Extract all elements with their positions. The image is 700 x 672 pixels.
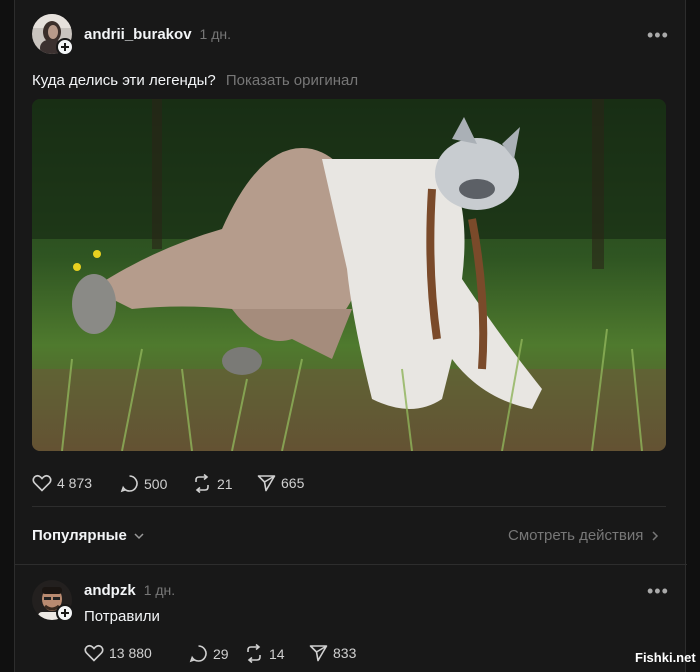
- share-icon: [257, 475, 276, 492]
- repost-count: 21: [217, 475, 233, 492]
- divider: [32, 506, 666, 507]
- repost-button[interactable]: 21: [192, 474, 233, 493]
- post-username[interactable]: andrii_burakov: [84, 26, 192, 43]
- post-text-line: Куда делись эти легенды? Показать оригин…: [32, 72, 358, 89]
- comment-count: 500: [144, 475, 168, 492]
- heart-icon: [84, 644, 104, 662]
- post-text: Куда делись эти легенды?: [32, 72, 216, 89]
- repost-count: 14: [269, 645, 285, 662]
- reply-username[interactable]: andpzk: [84, 582, 136, 599]
- comment-button[interactable]: 500: [120, 474, 167, 493]
- sort-label: Популярные: [32, 527, 127, 544]
- like-count: 4 873: [57, 475, 93, 491]
- post-image[interactable]: [32, 99, 666, 451]
- post-meta: andrii_burakov 1 дн.: [84, 26, 231, 43]
- comment-icon: [120, 475, 138, 493]
- view-activity-link[interactable]: Смотреть действия: [508, 527, 661, 544]
- repost-icon: [195, 474, 209, 493]
- post-author-avatar-wrap[interactable]: [32, 14, 74, 56]
- chevron-down-icon: [134, 532, 144, 539]
- follow-plus-icon[interactable]: [56, 38, 74, 56]
- share-count: 833: [333, 645, 357, 661]
- comment-icon: [189, 645, 207, 663]
- share-button[interactable]: 665: [257, 474, 304, 492]
- heart-icon: [32, 474, 52, 492]
- like-count: 13 880: [109, 645, 152, 661]
- like-button[interactable]: 4 873: [32, 474, 92, 492]
- comment-button[interactable]: 29: [189, 644, 229, 663]
- reply-author-avatar-wrap[interactable]: [32, 580, 74, 622]
- post-card: andrii_burakov 1 дн. ••• Куда делись эти…: [14, 0, 696, 672]
- follow-plus-icon[interactable]: [56, 604, 74, 622]
- reply-time[interactable]: 1 дн.: [144, 582, 175, 598]
- share-count: 665: [281, 475, 305, 491]
- watermark: Fishki.net: [635, 650, 696, 665]
- comment-count: 29: [213, 645, 229, 662]
- reply-text: Потравили: [84, 608, 160, 625]
- share-button[interactable]: 833: [309, 644, 356, 662]
- share-icon: [309, 645, 328, 662]
- translate-link[interactable]: Показать оригинал: [226, 72, 358, 89]
- like-button[interactable]: 13 880: [84, 644, 152, 662]
- divider: [15, 564, 687, 565]
- more-icon[interactable]: •••: [647, 26, 669, 44]
- reply-meta: andpzk 1 дн.: [84, 582, 175, 599]
- repost-icon: [247, 644, 261, 663]
- view-activity-label: Смотреть действия: [508, 527, 644, 544]
- more-icon[interactable]: •••: [647, 582, 669, 600]
- sort-dropdown[interactable]: Популярные: [32, 527, 146, 544]
- post-time[interactable]: 1 дн.: [200, 26, 231, 42]
- chevron-right-icon: [652, 530, 659, 541]
- repost-button[interactable]: 14: [244, 644, 285, 663]
